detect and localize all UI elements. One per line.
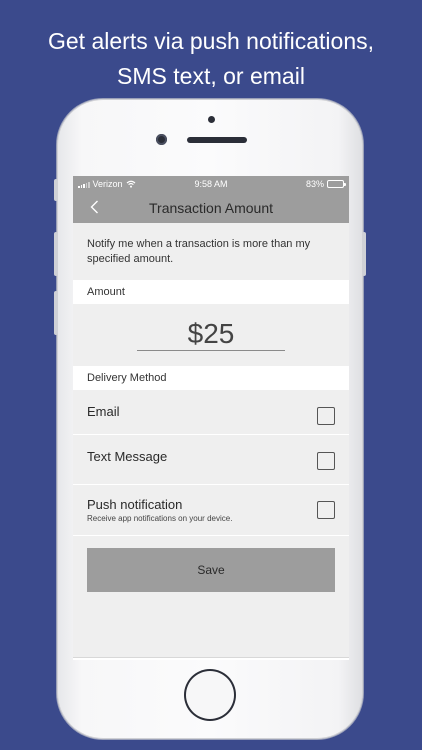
nav-bar: Transaction Amount bbox=[73, 192, 349, 223]
option-text-message[interactable]: Text Message bbox=[73, 435, 349, 485]
power-button bbox=[362, 232, 366, 276]
headline: Get alerts via push notifications, SMS t… bbox=[0, 24, 422, 94]
bottom-divider bbox=[73, 657, 349, 658]
intro-text: Notify me when a transaction is more tha… bbox=[73, 223, 349, 280]
save-button[interactable]: Save bbox=[87, 548, 335, 592]
option-label: Email bbox=[87, 404, 120, 419]
save-area: Save bbox=[73, 536, 349, 658]
email-checkbox[interactable] bbox=[317, 407, 335, 425]
amount-section-label: Amount bbox=[73, 280, 349, 304]
home-button[interactable] bbox=[184, 669, 236, 721]
option-label: Text Message bbox=[87, 449, 168, 464]
amount-input[interactable]: $25 bbox=[137, 319, 285, 351]
status-time: 9:58 AM bbox=[194, 179, 228, 189]
option-label: Push notification bbox=[87, 497, 183, 512]
page-title: Transaction Amount bbox=[149, 199, 273, 216]
push-notification-checkbox[interactable] bbox=[317, 501, 335, 519]
text-message-checkbox[interactable] bbox=[317, 452, 335, 470]
status-bar: Verizon 9:58 AM 83% bbox=[73, 176, 349, 192]
proximity-sensor bbox=[208, 116, 215, 123]
phone-screen: Verizon 9:58 AM 83% Transaction Amount N… bbox=[73, 176, 349, 660]
headline-line-2: SMS text, or email bbox=[117, 63, 305, 89]
chevron-left-icon[interactable] bbox=[87, 199, 103, 215]
volume-down-button bbox=[54, 291, 58, 335]
option-push-notification[interactable]: Push notification Receive app notificati… bbox=[73, 485, 349, 536]
volume-up-button bbox=[54, 232, 58, 276]
option-sublabel: Receive app notifications on your device… bbox=[87, 514, 233, 523]
phone-frame: Verizon 9:58 AM 83% Transaction Amount N… bbox=[54, 99, 366, 739]
option-text-group: Push notification Receive app notificati… bbox=[87, 497, 232, 523]
headline-line-1: Get alerts via push notifications, bbox=[48, 28, 374, 54]
earpiece-speaker bbox=[187, 137, 247, 143]
mute-switch bbox=[54, 179, 58, 201]
battery-icon bbox=[327, 180, 346, 188]
option-email[interactable]: Email bbox=[73, 390, 349, 435]
front-camera bbox=[156, 134, 167, 145]
amount-block: $25 bbox=[73, 304, 349, 366]
delivery-section-label: Delivery Method bbox=[73, 366, 349, 390]
